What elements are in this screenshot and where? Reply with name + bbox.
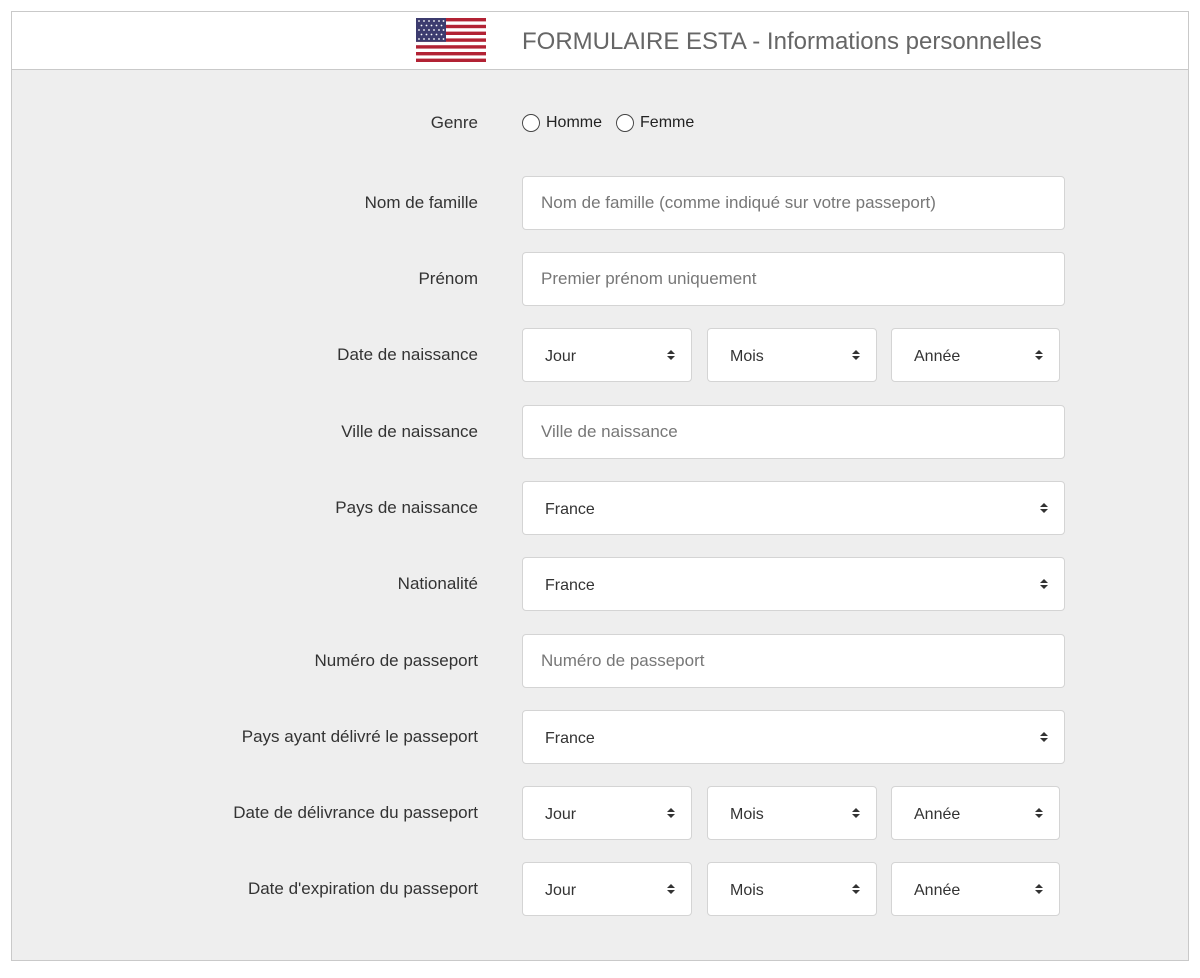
issue-month-value: Mois xyxy=(730,806,764,823)
passport-issue-date-label: Date de délivrance du passeport xyxy=(233,803,478,822)
passport-country-row: Pays ayant délivré le passeport France xyxy=(12,710,1188,764)
sort-arrows-icon xyxy=(836,883,876,895)
passport-number-row: Numéro de passeport xyxy=(12,634,1188,688)
nationality-label: Nationalité xyxy=(397,574,478,593)
sort-arrows-icon xyxy=(1019,883,1059,895)
gender-option-femme[interactable]: Femme xyxy=(616,114,698,132)
sort-arrows-icon xyxy=(836,807,876,819)
radio-femme[interactable] xyxy=(616,114,635,132)
nationality-row: Nationalité France xyxy=(12,557,1188,611)
expiry-month-select[interactable]: Mois xyxy=(707,862,877,916)
passport-expiry-date-row: Date d'expiration du passeport Jour Mois… xyxy=(12,862,1188,916)
birth-year-select[interactable]: Année xyxy=(891,328,1060,382)
birth-date-label: Date de naissance xyxy=(337,345,478,364)
gender-label: Genre xyxy=(430,113,478,132)
us-flag-icon xyxy=(416,18,486,62)
form-title: FORMULAIRE ESTA - Informations personnel… xyxy=(522,28,1042,55)
first-name-input[interactable] xyxy=(522,252,1065,306)
first-name-row: Prénom xyxy=(12,252,1188,306)
passport-expiry-date-label: Date d'expiration du passeport xyxy=(247,879,478,898)
birth-country-label: Pays de naissance xyxy=(335,498,478,517)
issue-year-select[interactable]: Année xyxy=(891,786,1060,840)
birth-city-label: Ville de naissance xyxy=(341,422,478,441)
issue-day-value: Jour xyxy=(545,806,577,823)
birth-day-select[interactable]: Jour xyxy=(522,328,692,382)
expiry-month-value: Mois xyxy=(730,882,764,899)
sort-arrows-icon xyxy=(1024,578,1064,590)
birth-country-value: France xyxy=(545,501,595,518)
sort-arrows-icon xyxy=(651,349,691,361)
sort-arrows-icon xyxy=(1019,807,1059,819)
issue-year-value: Année xyxy=(914,806,961,823)
birth-city-row: Ville de naissance xyxy=(12,405,1188,459)
birth-date-row: Date de naissance Jour Mois Année xyxy=(12,328,1188,382)
birth-city-input[interactable] xyxy=(522,405,1065,459)
birth-month-value: Mois xyxy=(730,348,764,365)
gender-radio-group: Homme Femme xyxy=(522,96,698,150)
passport-country-select[interactable]: France xyxy=(522,710,1065,764)
birth-year-value: Année xyxy=(914,348,961,365)
sort-arrows-icon xyxy=(836,349,876,361)
expiry-day-value: Jour xyxy=(545,882,577,899)
radio-label-femme: Femme xyxy=(640,114,695,131)
sort-arrows-icon xyxy=(1024,502,1064,514)
passport-country-label: Pays ayant délivré le passeport xyxy=(241,727,478,746)
gender-option-homme[interactable]: Homme xyxy=(522,114,606,132)
radio-homme[interactable] xyxy=(522,114,540,132)
passport-issue-date-row: Date de délivrance du passeport Jour Moi… xyxy=(12,786,1188,840)
birth-country-select[interactable]: France xyxy=(522,481,1065,535)
expiry-year-select[interactable]: Année xyxy=(891,862,1060,916)
birth-month-select[interactable]: Mois xyxy=(707,328,877,382)
radio-label-homme: Homme xyxy=(546,114,603,131)
nationality-value: France xyxy=(545,577,595,594)
passport-country-value: France xyxy=(545,730,595,747)
issue-month-select[interactable]: Mois xyxy=(707,786,877,840)
birth-country-row: Pays de naissance France xyxy=(12,481,1188,535)
last-name-label: Nom de famille xyxy=(364,193,478,212)
sort-arrows-icon xyxy=(1024,731,1064,743)
birth-day-value: Jour xyxy=(545,348,577,365)
nationality-select[interactable]: France xyxy=(522,557,1065,611)
first-name-label: Prénom xyxy=(418,269,478,288)
sort-arrows-icon xyxy=(1019,349,1059,361)
sort-arrows-icon xyxy=(651,807,691,819)
expiry-day-select[interactable]: Jour xyxy=(522,862,692,916)
esta-form-panel: FORMULAIRE ESTA - Informations personnel… xyxy=(11,11,1189,961)
passport-number-input[interactable] xyxy=(522,634,1065,688)
expiry-year-value: Année xyxy=(914,882,961,899)
gender-row: Genre Homme Femme xyxy=(12,96,1188,150)
passport-number-label: Numéro de passeport xyxy=(314,651,478,670)
sort-arrows-icon xyxy=(651,883,691,895)
last-name-input[interactable] xyxy=(522,176,1065,230)
last-name-row: Nom de famille xyxy=(12,176,1188,230)
issue-day-select[interactable]: Jour xyxy=(522,786,692,840)
form-header: FORMULAIRE ESTA - Informations personnel… xyxy=(12,12,1188,70)
